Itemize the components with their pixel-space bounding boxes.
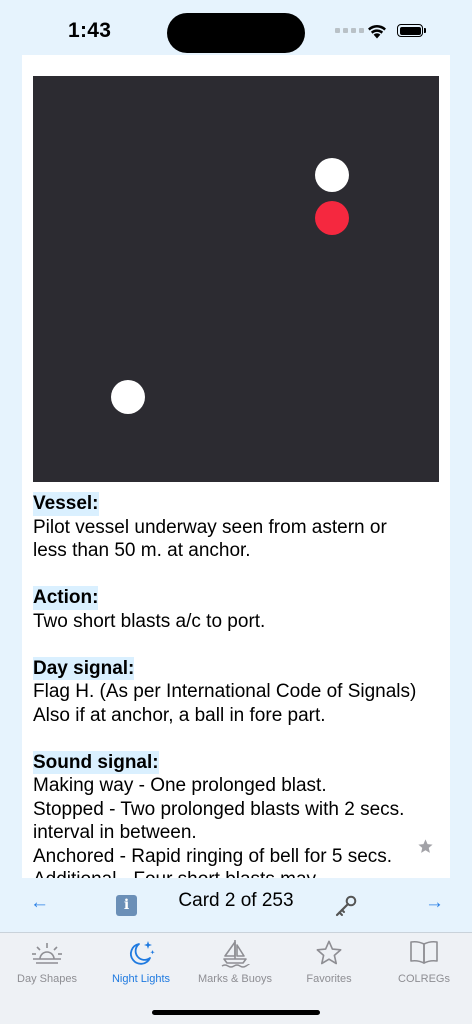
section-line: Also if at anchor, a ball in fore part.	[33, 704, 326, 726]
flash-card: Vessel: Pilot vessel underway seen from …	[22, 55, 450, 878]
wifi-icon	[368, 24, 386, 39]
tab-label: Night Lights	[111, 973, 171, 985]
tab-label: Marks & Buoys	[198, 973, 272, 985]
section-line: Flag H. (As per International Code of Si…	[33, 681, 417, 702]
moon-stars-icon	[130, 941, 155, 965]
info-button[interactable]: i	[116, 895, 137, 916]
tab-label: Day Shapes	[17, 973, 77, 985]
cellular-signal-icon	[335, 28, 364, 33]
info-icon: i	[123, 897, 130, 913]
favorite-star-icon[interactable]	[417, 838, 434, 855]
tab-marks-buoys[interactable]: Marks & Buoys	[188, 933, 282, 993]
sailboat-icon	[221, 940, 250, 968]
card-counter: Card 2 of 253	[178, 890, 294, 911]
red-light	[315, 201, 349, 235]
stern-white-light	[111, 380, 145, 414]
section-line: Two short blasts a/c to port.	[33, 610, 266, 632]
dynamic-island	[167, 13, 305, 53]
section-line: Making way - One prolonged blast.	[33, 775, 327, 796]
status-bar: 1:43	[0, 0, 472, 60]
night-lights-panel	[33, 76, 439, 482]
status-time: 1:43	[68, 19, 112, 42]
section-action: Action: Two short blasts a/c to port.	[33, 586, 439, 633]
section-heading: Day signal:	[33, 656, 135, 680]
sunrise-icon	[32, 943, 62, 964]
section-heading: Action:	[33, 586, 99, 610]
home-indicator	[152, 1010, 320, 1015]
tab-colregs[interactable]: COLREGs	[377, 933, 471, 993]
tab-label: Favorites	[306, 973, 352, 985]
section-line: Pilot vessel underway seen from astern o…	[33, 516, 387, 538]
book-icon	[410, 940, 438, 964]
section-heading: Sound signal:	[33, 750, 159, 774]
section-line: less than 50 m. at anchor.	[33, 540, 251, 561]
previous-card-button[interactable]: ←	[30, 892, 49, 914]
section-line: interval in between.	[33, 822, 197, 843]
battery-icon	[397, 24, 427, 39]
next-card-button[interactable]: →	[425, 892, 444, 914]
section-heading: Vessel:	[33, 492, 99, 516]
masthead-white-light	[315, 158, 349, 192]
tab-day-shapes[interactable]: Day Shapes	[0, 933, 94, 993]
section-day-signal: Day signal: Flag H. (As per Internationa…	[33, 656, 439, 728]
section-line: Stopped - Two prolonged blasts with 2 se…	[33, 798, 405, 820]
tab-night-lights[interactable]: Night Lights	[94, 933, 188, 993]
section-sound-signal: Sound signal: Making way - One prolonged…	[33, 750, 439, 878]
star-icon	[316, 940, 342, 965]
section-vessel: Vessel: Pilot vessel underway seen from …	[33, 492, 439, 563]
tab-favorites[interactable]: Favorites	[282, 933, 376, 993]
key-icon[interactable]	[334, 894, 358, 918]
section-line: Anchored - Rapid ringing of bell for 5 s…	[33, 845, 393, 867]
section-line: Additional - Four short blasts may	[33, 868, 439, 878]
card-description: Vessel: Pilot vessel underway seen from …	[33, 492, 439, 878]
tab-label: COLREGs	[398, 973, 450, 985]
